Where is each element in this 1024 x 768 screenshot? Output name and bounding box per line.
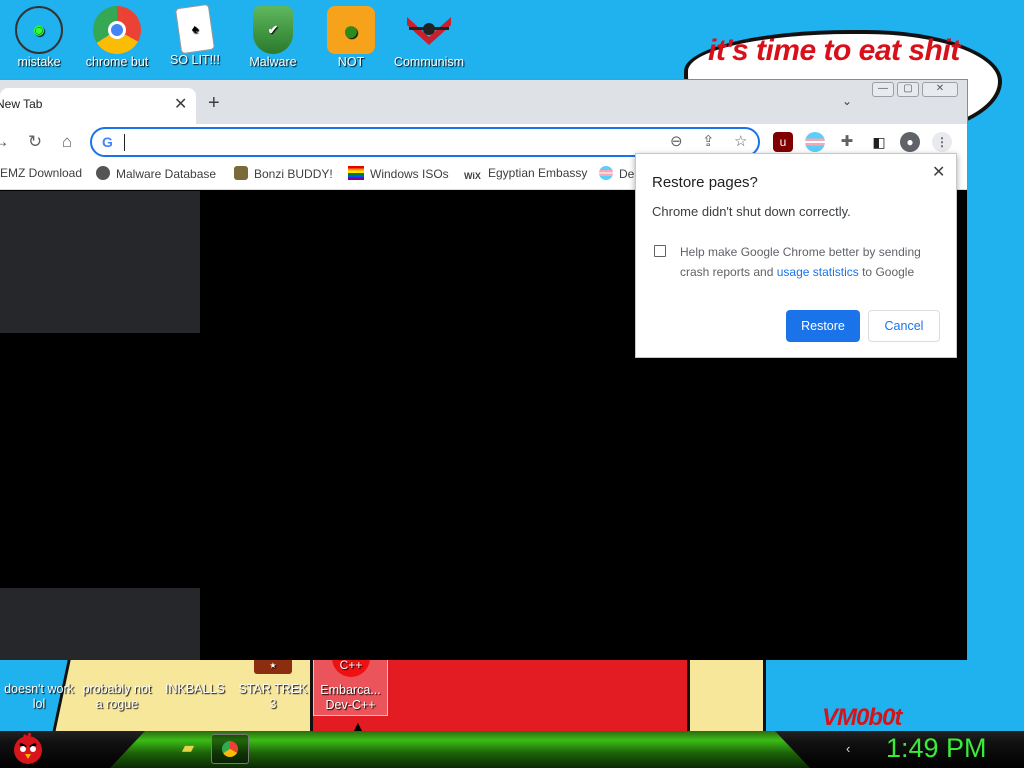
new-tab-button[interactable]: + (208, 92, 220, 115)
wix-icon: WiX (464, 171, 481, 181)
flag-emblem-icon (405, 6, 453, 54)
desktop-icon-malware[interactable]: ✔ Malware (234, 6, 312, 71)
desktop-icon-doesnt-work[interactable]: doesn't work lol (0, 658, 78, 714)
restore-pages-dialog: Restore pages? ✕ Chrome didn't shut down… (635, 153, 957, 358)
globe-icon (96, 166, 110, 180)
bookmark-star-icon[interactable]: ☆ (734, 132, 747, 150)
desktop-icon-mistake[interactable]: ◉ mistake (0, 6, 78, 71)
desktop-icon-communism[interactable]: Communism (390, 6, 468, 71)
shield-check-icon: ✔ (253, 6, 293, 54)
taskbar-clock[interactable]: 1:49 PM (886, 733, 987, 764)
bookmark-emz-download[interactable]: EMZ Download (0, 166, 82, 180)
usage-statistics-link[interactable]: usage statistics (777, 265, 859, 279)
reload-icon[interactable]: ↻ (22, 129, 48, 155)
chrome-menu-icon[interactable]: ⋮ (932, 132, 952, 152)
extensions-puzzle-icon[interactable]: ✚ (837, 132, 857, 152)
desktop-icon-not[interactable]: ● NOT (312, 6, 390, 71)
desktop-icon-probably-not-a-rogue[interactable]: probably not a rogue (78, 658, 156, 714)
restore-button[interactable]: Restore (786, 310, 860, 342)
bonzi-icon (234, 166, 248, 180)
tab-strip: New Tab ✕ + ⌄ — ▢ ✕ (0, 80, 967, 124)
dialog-close-icon[interactable]: ✕ (932, 162, 945, 182)
profile-avatar-icon[interactable]: ● (900, 132, 920, 152)
bookmark-windows-isos[interactable]: Windows ISOs (348, 166, 449, 181)
maximize-button[interactable]: ▢ (897, 82, 919, 97)
trans-flag-icon (599, 166, 613, 180)
minimize-button[interactable]: — (872, 82, 894, 97)
angry-pig-icon: ● (327, 6, 375, 54)
text-caret (124, 134, 125, 151)
zoom-icon[interactable]: ⊖ (670, 132, 683, 150)
green-globe-icon: ◉ (15, 6, 63, 54)
speech-bubble-text: it's time to eat shit (708, 34, 960, 67)
content-gray-block-top (0, 191, 200, 333)
dialog-title: Restore pages? (652, 174, 758, 191)
taskbar-file-explorer-icon[interactable]: ▰ (169, 734, 207, 764)
tab-close-icon[interactable]: ✕ (174, 94, 187, 114)
side-panel-icon[interactable]: ◧ (869, 132, 889, 152)
bookmark-egyptian-embassy[interactable]: WiX Egyptian Embassy (464, 166, 587, 185)
solitaire-cards-icon: ♠ (174, 3, 216, 55)
star-wars-icon: ★ (254, 658, 292, 674)
desktop-icon-so-lit[interactable]: ♠ SO LIT!!! (156, 3, 234, 69)
desktop-icon-inkballs[interactable]: INKBALLS (156, 658, 234, 698)
wallpaper-signature: VM0b0t (822, 704, 902, 731)
trans-flag-extension-icon[interactable] (805, 132, 825, 152)
taskbar: ▰ ‹ 1:49 PM (0, 731, 1024, 768)
cancel-button[interactable]: Cancel (868, 310, 940, 342)
tray-chevron-icon[interactable]: ‹ (846, 741, 850, 756)
bookmark-malware-database[interactable]: Malware Database (96, 166, 216, 181)
home-icon[interactable]: ⌂ (54, 129, 80, 155)
dialog-help-text: Help make Google Chrome better by sendin… (680, 245, 921, 279)
forward-arrow-icon[interactable]: → (0, 129, 14, 155)
wallpaper-yellow-shape-right (690, 656, 766, 731)
bookmark-bonzi-buddy[interactable]: Bonzi BUDDY! (234, 166, 333, 181)
dialog-message: Chrome didn't shut down correctly. (652, 204, 851, 219)
mouse-cursor-icon: ▲ (351, 718, 365, 734)
tab-search-chevron-icon[interactable]: ⌄ (842, 94, 852, 108)
chrome-icon (93, 6, 141, 54)
taskbar-chrome-icon[interactable] (211, 734, 249, 764)
content-gray-block-bottom (0, 588, 200, 660)
bookmark-de[interactable]: De (599, 166, 634, 181)
start-button-angry-bird-icon[interactable] (8, 731, 48, 768)
ublock-origin-icon[interactable]: u (773, 132, 793, 152)
share-icon[interactable]: ⇪ (702, 132, 715, 150)
desktop-icon-star-trek-3[interactable]: ★ STAR TREK 3 (234, 658, 312, 714)
desktop-icon-chrome-but[interactable]: chrome but (78, 6, 156, 71)
close-window-button[interactable]: ✕ (922, 82, 958, 97)
crash-report-checkbox[interactable] (654, 245, 666, 257)
google-g-icon: G (102, 134, 113, 150)
rainbow-flag-icon (348, 166, 364, 180)
tab-title: New Tab (0, 97, 43, 111)
desktop-icon-dev-cpp[interactable]: C++ Embarca... Dev-C++ (313, 655, 388, 716)
tab-new-tab[interactable]: New Tab ✕ (0, 88, 196, 124)
